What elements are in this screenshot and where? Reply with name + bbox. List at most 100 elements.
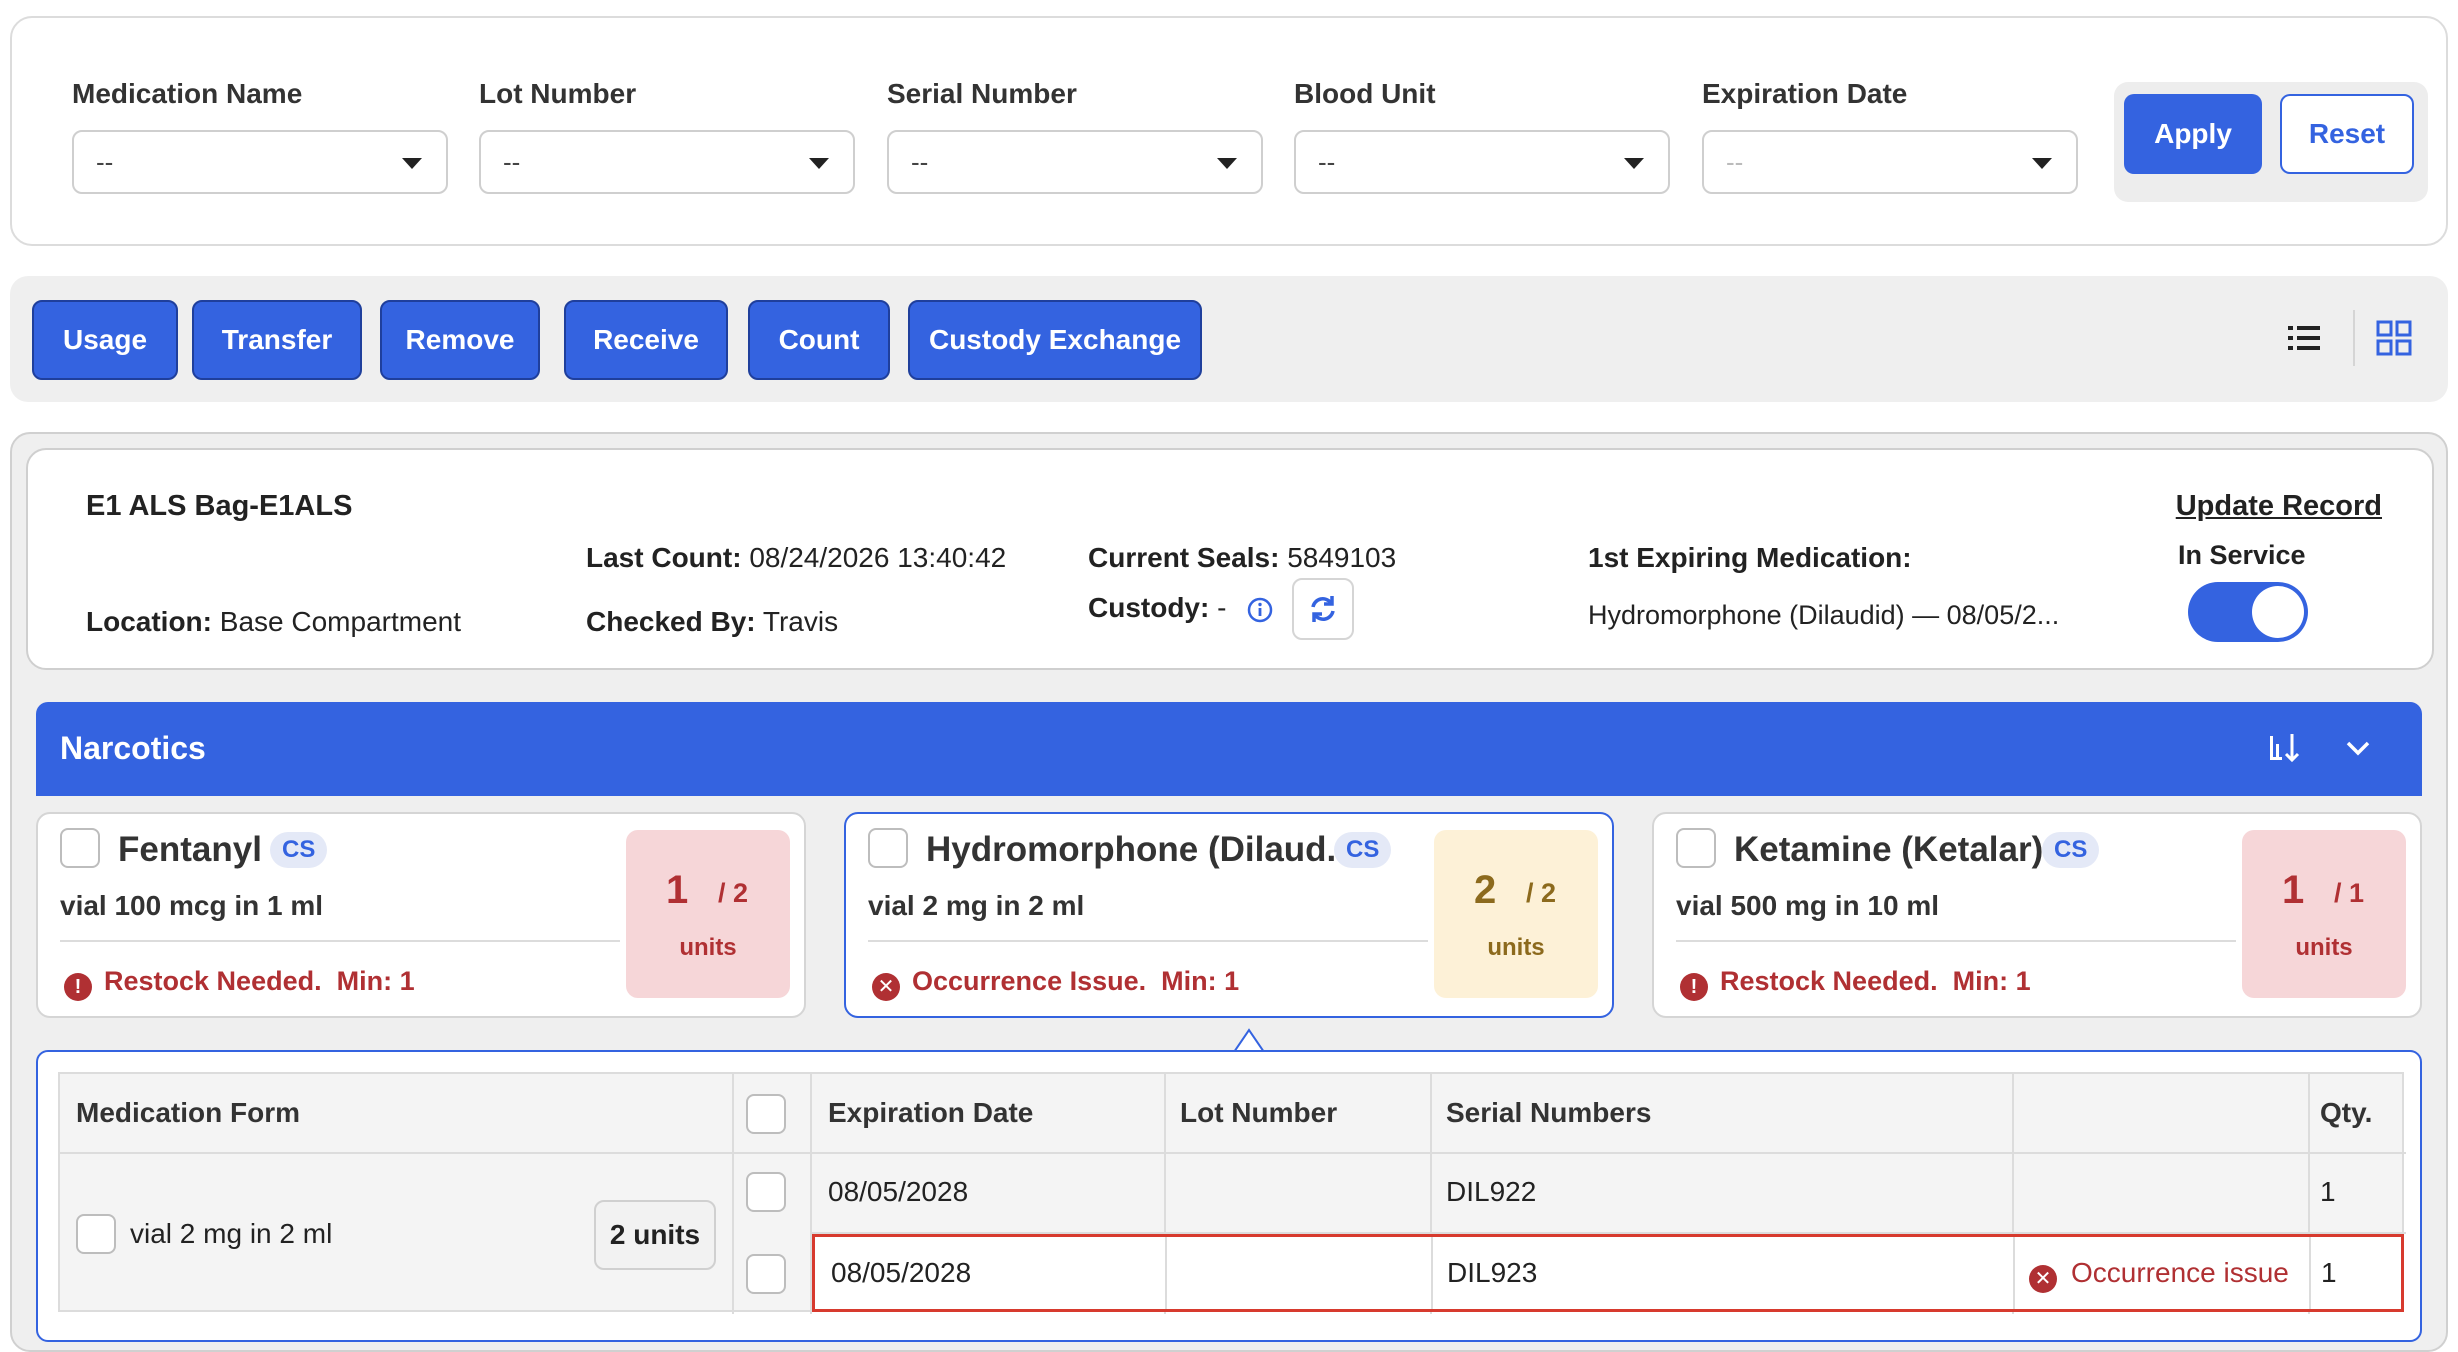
filter-label: Serial Number [887,78,1077,109]
count-box: 1 / 1 units [2242,830,2406,998]
divider [1165,1237,1167,1309]
filter-serial-number: Serial Number -- [887,78,1263,194]
column-header-expiration: Expiration Date [828,1097,1034,1128]
status-min: Min: 1 [1161,966,1240,996]
action-bar: Usage Transfer Remove Receive Count Cust… [10,276,2448,402]
filter-expiration-date: Expiration Date -- [1702,78,2078,194]
error-x-icon: ✕ [872,973,900,1001]
row-issue: ✕ Occurrence issue [2013,1257,2289,1293]
count-box: 2 / 2 units [1434,830,1598,998]
refresh-icon [1311,596,1335,622]
cs-badge: CS [1334,832,1392,868]
medication-checkbox[interactable] [868,828,908,868]
narcotics-section-header[interactable]: Narcotics [36,702,2422,796]
count-total: / 1 [2334,878,2365,908]
lot-number-select[interactable]: -- [479,130,855,194]
usage-button[interactable]: Usage [32,300,178,380]
select-value: -- [96,147,114,177]
table-row-highlighted[interactable]: 08/05/2028 DIL923 ✕ Occurrence issue 1 [812,1234,2404,1312]
refresh-custody-button[interactable] [1292,578,1354,640]
select-all-checkbox[interactable] [746,1094,786,1134]
serial-number-select[interactable]: -- [887,130,1263,194]
lot-table: Medication Form Expiration Date Lot Numb… [58,1072,2406,1314]
reset-button[interactable]: Reset [2280,94,2414,174]
blood-unit-select[interactable]: -- [1294,130,1670,194]
medication-desc: vial 2 mg in 2 ml [868,890,1085,921]
status-min: Min: 1 [336,966,415,996]
list-view-icon[interactable] [2282,316,2326,360]
sort-icon[interactable] [2266,730,2302,766]
in-service-toggle[interactable] [2188,582,2308,642]
receive-button[interactable]: Receive [564,300,728,380]
update-record-link[interactable]: Update Record [2176,490,2382,523]
count-units: units [2295,934,2353,961]
filter-label: Medication Name [72,78,303,109]
column-header-form: Medication Form [76,1097,301,1128]
select-value: -- [1318,147,1336,177]
row-checkbox[interactable] [746,1172,786,1212]
divider [60,1152,2406,1154]
location-field: Location: Base Compartment [86,606,461,638]
cs-badge: CS [2042,832,2100,868]
inventory-container: E1 ALS Bag-E1ALS Update Record Location:… [10,432,2448,1352]
medication-card-hydromorphone[interactable]: Hydromorphone (Dilaud... CS vial 2 mg in… [844,812,1614,1018]
caret-down-icon [402,158,422,169]
divider [868,940,1428,942]
medication-desc: vial 500 mg in 10 ml [1676,890,1940,921]
last-count-label: Last Count: [586,542,742,573]
medication-checkbox[interactable] [60,828,100,868]
apply-button[interactable]: Apply [2124,94,2262,174]
custody-label: Custody: [1088,592,1210,623]
cs-badge: CS [270,832,328,868]
checked-by-label: Checked By: [586,606,756,637]
form-checkbox[interactable] [76,1214,116,1254]
count-value: 2 [1474,868,1497,912]
medication-card-ketamine[interactable]: Ketamine (Ketalar) CS vial 500 mg in 10 … [1652,812,2422,1018]
row-qty: 1 [2320,1176,2336,1207]
count-units: units [1487,934,1545,961]
custody-exchange-button[interactable]: Custody Exchange [908,300,1202,380]
filter-panel: Medication Name -- Lot Number -- Serial … [10,16,2448,246]
status-min: Min: 1 [1952,966,2031,996]
expiration-date-select[interactable]: -- [1702,130,2078,194]
transfer-button[interactable]: Transfer [192,300,362,380]
remove-button[interactable]: Remove [380,300,540,380]
medication-desc: vial 100 mcg in 1 ml [60,890,324,921]
first-expiring-label: 1st Expiring Medication: [1588,542,1912,573]
toggle-knob [2252,586,2304,638]
grid-view-icon[interactable] [2372,316,2416,360]
section-title: Narcotics [60,730,206,766]
status-text: Restock Needed. [1720,966,1938,996]
row-issue-text: Occurrence issue [2071,1257,2289,1288]
medication-status: ! Restock Needed. Min: 1 [64,966,415,1001]
current-seals-value: 5849103 [1287,542,1397,573]
in-service-label: In Service [2178,540,2306,570]
location-label: Location: [86,606,212,637]
divider [2353,310,2355,366]
filter-blood-unit: Blood Unit -- [1294,78,1670,194]
checked-by-value: Travis [762,606,839,637]
row-checkbox[interactable] [746,1254,786,1294]
medication-name-select[interactable]: -- [72,130,448,194]
medication-status: ! Restock Needed. Min: 1 [1680,966,2031,1001]
status-text: Restock Needed. [104,966,322,996]
first-expiring-value: Hydromorphone (Dilaudid) — 08/05/2... [1588,600,2060,630]
medication-card-fentanyl[interactable]: Fentanyl CS vial 100 mcg in 1 ml ! Restoc… [36,812,806,1018]
count-value: 1 [666,868,689,912]
divider [60,940,620,942]
info-icon[interactable] [1246,596,1274,624]
filter-lot-number: Lot Number -- [479,78,855,194]
row-qty: 1 [2321,1257,2337,1288]
chevron-down-icon[interactable] [2340,730,2376,766]
filter-label: Expiration Date [1702,78,1908,109]
filter-button-group: Apply Reset [2114,82,2428,202]
count-total: / 2 [1526,878,1557,908]
caret-down-icon [809,158,829,169]
record-title: E1 ALS Bag-E1ALS [86,490,353,522]
row-serial: DIL923 [1447,1257,1538,1288]
medication-checkbox[interactable] [1676,828,1716,868]
count-box: 1 / 2 units [626,830,790,998]
column-header-lot: Lot Number [1180,1097,1338,1128]
count-button[interactable]: Count [748,300,890,380]
filter-label: Blood Unit [1294,78,1436,109]
